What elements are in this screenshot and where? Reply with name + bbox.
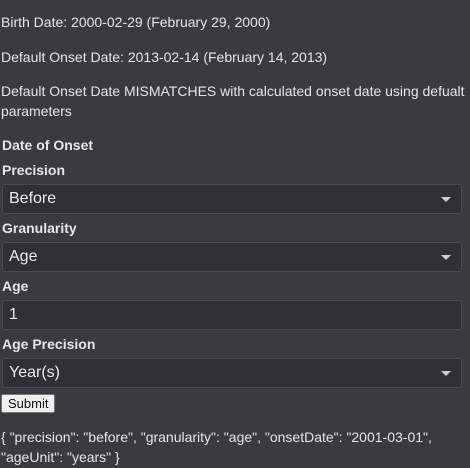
granularity-select-value: Age bbox=[9, 248, 38, 265]
age-label: Age bbox=[2, 278, 29, 294]
birth-date-text: Birth Date: 2000-02-29 (February 29, 200… bbox=[1, 14, 271, 30]
chevron-down-icon bbox=[441, 371, 451, 376]
granularity-select[interactable]: Age bbox=[2, 242, 462, 272]
section-title-date-of-onset: Date of Onset bbox=[2, 137, 94, 153]
chevron-down-icon bbox=[441, 197, 451, 202]
chevron-down-icon bbox=[441, 255, 451, 260]
page: Birth Date: 2000-02-29 (February 29, 200… bbox=[0, 0, 470, 468]
precision-label: Precision bbox=[2, 162, 66, 178]
age-precision-label: Age Precision bbox=[2, 336, 96, 352]
precision-select-value: Before bbox=[9, 190, 57, 207]
age-precision-select[interactable]: Year(s) bbox=[2, 358, 462, 388]
submit-button[interactable]: Submit bbox=[1, 394, 56, 413]
json-output: { "precision": "before", "granularity": … bbox=[1, 429, 432, 465]
age-input-value: 1 bbox=[9, 306, 18, 323]
precision-select[interactable]: Before bbox=[2, 184, 462, 214]
granularity-label: Granularity bbox=[2, 220, 77, 236]
age-precision-select-value: Year(s) bbox=[9, 364, 60, 381]
default-onset-text: Default Onset Date: 2013-02-14 (February… bbox=[1, 49, 328, 65]
mismatch-message: Default Onset Date MISMATCHES with calcu… bbox=[1, 83, 465, 119]
age-input[interactable]: 1 bbox=[2, 300, 462, 330]
